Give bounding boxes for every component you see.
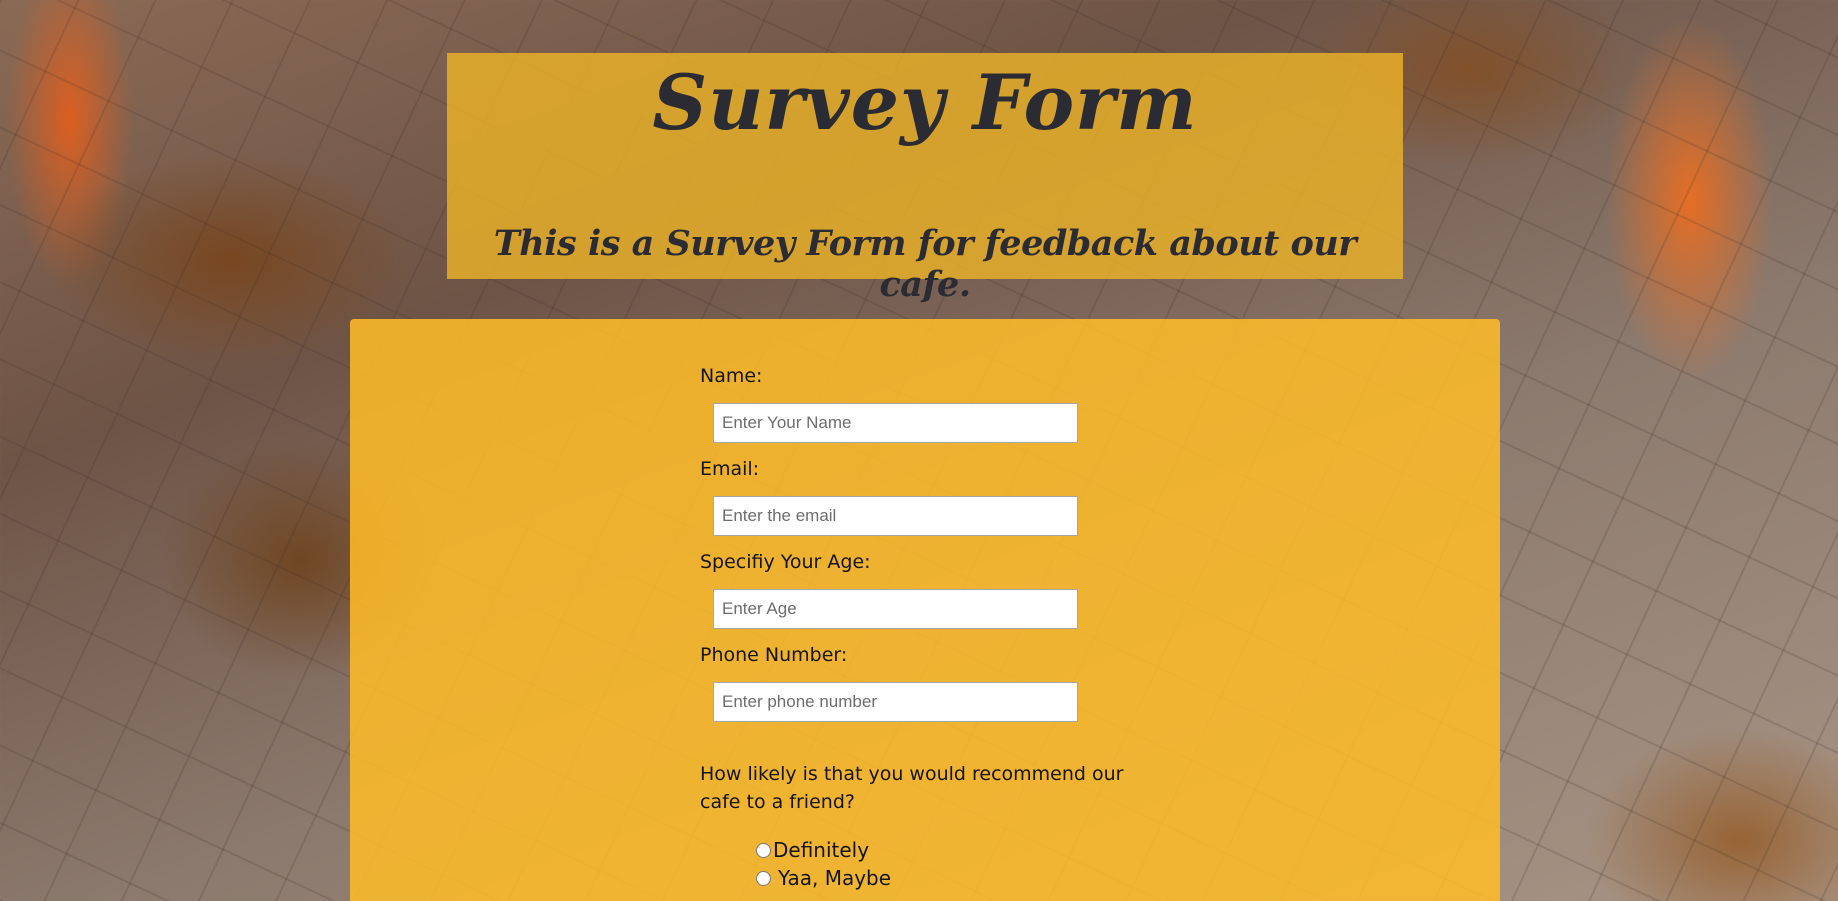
page-description: This is a Survey Form for feedback about… xyxy=(493,223,1357,305)
phone-label: Phone Number: xyxy=(700,644,848,666)
recommend-option-definitely[interactable]: Definitely xyxy=(756,838,869,862)
recommend-question: How likely is that you would recommend o… xyxy=(700,763,1124,813)
age-label: Specifiy Your Age: xyxy=(700,551,871,573)
age-input[interactable] xyxy=(713,589,1078,629)
page-title: Survey Form xyxy=(652,58,1198,147)
name-input[interactable] xyxy=(713,403,1078,443)
recommend-option-maybe[interactable]: Yaa, Maybe xyxy=(756,866,891,890)
email-label: Email: xyxy=(700,458,760,480)
radio-maybe[interactable] xyxy=(756,870,771,886)
name-label: Name: xyxy=(700,365,763,387)
phone-input[interactable] xyxy=(713,682,1078,722)
email-input[interactable] xyxy=(713,496,1078,536)
option-label-definitely: Definitely xyxy=(773,838,870,862)
radio-definitely[interactable] xyxy=(756,842,771,858)
page-header: Survey Form This is a Survey Form for fe… xyxy=(447,53,1403,305)
option-label-maybe: Yaa, Maybe xyxy=(778,866,892,890)
